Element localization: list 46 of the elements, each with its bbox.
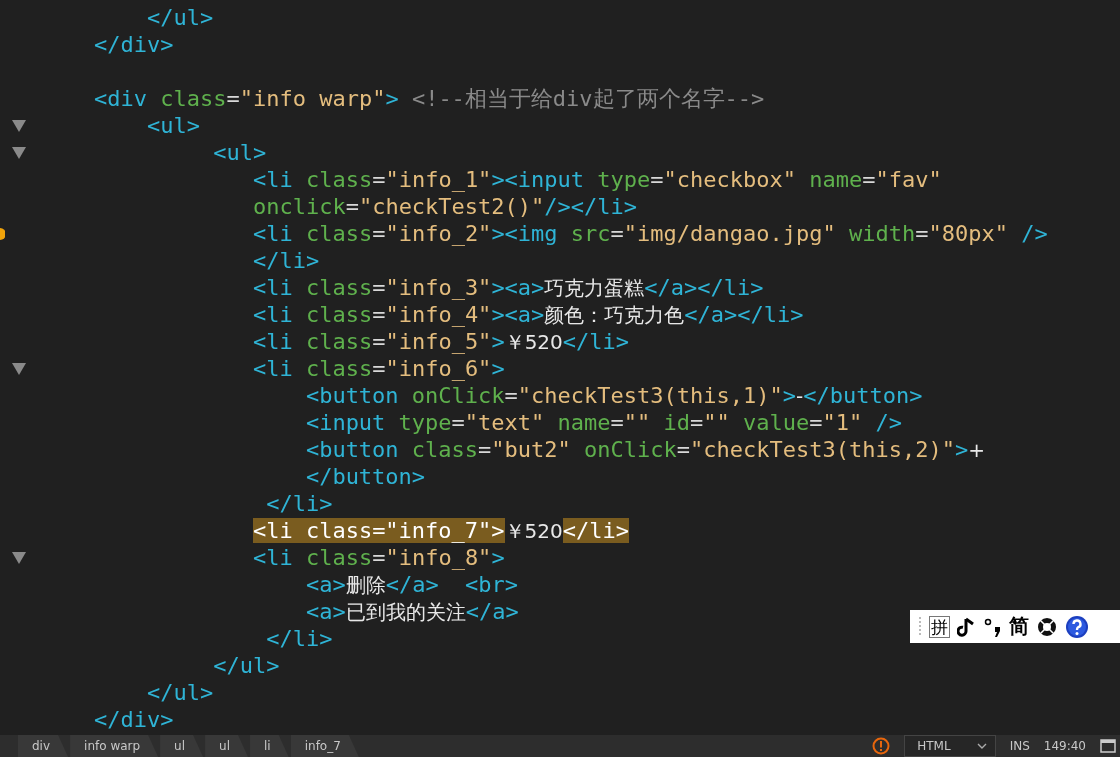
cursor-position[interactable]: 149:40 bbox=[1043, 739, 1086, 753]
code-line: <ul> bbox=[146, 112, 200, 139]
warning-icon[interactable] bbox=[872, 737, 891, 755]
grip-icon[interactable] bbox=[918, 615, 922, 638]
breadcrumb-item[interactable]: li bbox=[250, 735, 289, 757]
code-line: </ul> bbox=[146, 4, 214, 31]
code-line: </ul> bbox=[213, 652, 280, 679]
code-line: </div> bbox=[93, 31, 174, 58]
script-button[interactable]: 简 bbox=[1009, 613, 1029, 640]
breadcrumb-item[interactable]: info_7 bbox=[290, 735, 359, 757]
code-line: <button onClick="checkTest3(this,1)">-</button> bbox=[305, 381, 923, 410]
code-line: <input type="text" name="" id="" value="1" /> bbox=[305, 409, 903, 436]
code-line: <a>已到我的关注</a> bbox=[305, 597, 519, 626]
help-icon[interactable] bbox=[1065, 614, 1089, 639]
code-line: </div> bbox=[93, 706, 174, 733]
code-line: <button class="but2" onClick="checkTest3(this,2)">+ bbox=[305, 435, 985, 464]
code-line: <li class="info_7">￥520</li> bbox=[252, 516, 629, 545]
syntax-dropdown[interactable]: HTML bbox=[904, 735, 996, 757]
input-mode-button[interactable]: 拼 bbox=[929, 615, 950, 638]
code-line: <a>删除</a> <br> bbox=[305, 570, 519, 599]
breadcrumb-item[interactable]: ul bbox=[160, 735, 204, 757]
breadcrumb-item[interactable]: info warp bbox=[70, 735, 159, 757]
code-line: <li class="info_5">￥520</li> bbox=[252, 327, 630, 356]
caret-icon bbox=[976, 743, 987, 749]
code-line: <li class="info_4"><a>颜色：巧克力色</a></li> bbox=[252, 300, 804, 329]
code-line: </li> bbox=[266, 490, 333, 517]
code-line: <div class="info warp"> <!--相当于给div起了两个名字--> bbox=[93, 85, 765, 112]
code-line: </button> bbox=[305, 463, 426, 490]
code-line: </ul> bbox=[146, 679, 214, 706]
panel-icon[interactable] bbox=[1100, 739, 1116, 753]
breadcrumb-item[interactable]: div bbox=[18, 735, 69, 757]
code-line: <li class="info_2"><img src="img/dangao.jpg" width="80px" /> bbox=[252, 220, 1048, 247]
code-line: <li class="info_6"> bbox=[252, 355, 505, 382]
fold-arrow-icon[interactable] bbox=[12, 362, 26, 375]
code-line: <li class="info_1"><input type="checkbox" name="fav" bbox=[252, 166, 942, 193]
fold-arrow-icon[interactable] bbox=[12, 146, 26, 159]
code-line: <li class="info_8"> bbox=[252, 544, 505, 571]
insert-mode-label[interactable]: INS bbox=[1009, 739, 1030, 753]
code-line: onclick="checkTest2()"/></li> bbox=[252, 193, 638, 220]
fold-arrow-icon[interactable] bbox=[12, 551, 26, 564]
code-line: </li> bbox=[266, 625, 333, 652]
fold-arrow-icon[interactable] bbox=[12, 119, 26, 132]
code-line: </li> bbox=[252, 247, 320, 274]
breadcrumb-item[interactable]: ul bbox=[205, 735, 248, 757]
code-line: <li class="info_3"><a>巧克力蛋糕</a></li> bbox=[252, 273, 764, 302]
code-line: <ul> bbox=[213, 139, 267, 166]
